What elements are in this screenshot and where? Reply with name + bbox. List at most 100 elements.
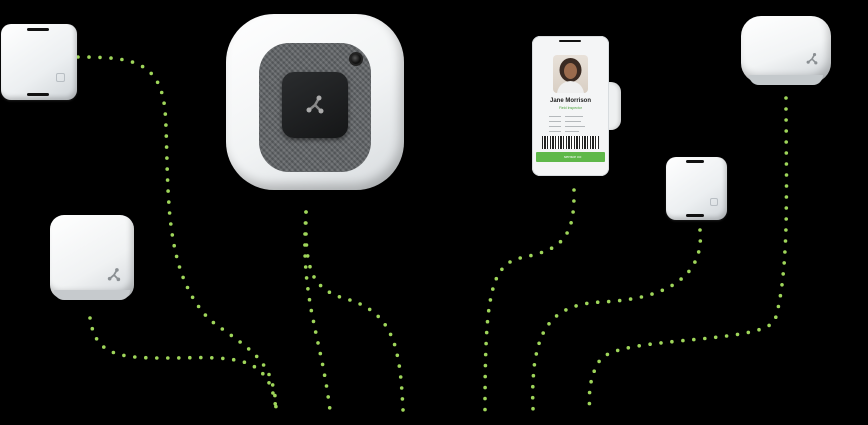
- trail-dot: [261, 371, 265, 376]
- trail-dot: [529, 253, 533, 258]
- trail-dot: [254, 354, 259, 359]
- trail-dot: [399, 386, 404, 390]
- trail-dot: [648, 342, 652, 347]
- trail-dot: [196, 304, 201, 309]
- badge-field-line: [565, 121, 581, 122]
- trail-dot: [398, 375, 403, 379]
- square-button-icon: [56, 73, 65, 82]
- trail-dot: [592, 369, 596, 374]
- trail-dot: [508, 260, 512, 264]
- trail-dot: [679, 277, 683, 281]
- trail-dot: [784, 151, 789, 155]
- trail-dot: [780, 283, 784, 287]
- trail-dot: [252, 364, 257, 369]
- trail-dot: [169, 222, 173, 226]
- trail-dot: [531, 406, 535, 411]
- trail-dot: [746, 330, 751, 335]
- trail-dot: [784, 162, 789, 166]
- trail-dot: [494, 276, 499, 281]
- trail-dot: [687, 269, 691, 274]
- trail-dot: [307, 297, 312, 302]
- trail-dot: [778, 293, 783, 298]
- dotted-paths: [76, 55, 789, 412]
- trail-dot: [306, 287, 310, 291]
- trail-dot: [784, 173, 789, 177]
- trail-dot: [628, 297, 633, 301]
- trail-dot: [122, 353, 126, 358]
- trail-dot: [781, 272, 785, 276]
- trail-dot: [587, 390, 592, 395]
- trail-dot: [164, 145, 169, 149]
- trail-dot: [518, 256, 522, 260]
- trail-dot: [167, 200, 171, 204]
- product-scene: Jane Morrison Field Inspector sensor co: [0, 0, 868, 425]
- trail-dot: [267, 381, 271, 385]
- trail-dot: [681, 338, 685, 343]
- beacon-base: [54, 290, 130, 300]
- trail-dot: [395, 353, 400, 358]
- trail-dot: [483, 352, 488, 357]
- sensor-slot-top: [27, 28, 49, 31]
- trail-dot: [606, 299, 611, 304]
- trail-dot: [784, 129, 788, 133]
- trail-dot: [170, 233, 175, 237]
- trail-dot: [595, 300, 600, 305]
- trail-dot: [530, 395, 535, 400]
- trail-dot: [483, 363, 488, 368]
- trail-dot: [164, 123, 168, 127]
- trail-dot: [367, 307, 372, 312]
- trail-dot: [587, 401, 592, 406]
- trail-dot: [531, 384, 535, 389]
- trail-dot: [303, 265, 308, 269]
- trail-dot: [782, 261, 786, 265]
- trail-dot: [88, 316, 92, 320]
- trail-dot: [177, 356, 181, 360]
- trail-dot: [532, 363, 537, 367]
- badge-field-line: [549, 121, 561, 122]
- badge-field-line: [549, 126, 561, 127]
- trail-dot: [188, 355, 192, 360]
- trail-dot: [572, 199, 576, 203]
- trail-dot: [324, 384, 329, 388]
- trail-dot: [539, 250, 544, 255]
- trail-dot: [312, 275, 316, 279]
- trail-dot: [337, 295, 342, 299]
- badge-field-line: [565, 116, 583, 117]
- trail-dot: [597, 359, 601, 364]
- trail-dot: [783, 239, 788, 243]
- trail-dot: [327, 290, 332, 295]
- trail-dot: [163, 112, 168, 116]
- trail-dot: [397, 364, 402, 368]
- trail-dot: [483, 385, 487, 390]
- trail-dot: [174, 254, 179, 259]
- trail-dot: [483, 407, 487, 412]
- badge-holder-role: Field Inspector: [559, 106, 582, 110]
- trail-dot: [261, 363, 266, 367]
- trail-dot: [574, 304, 578, 308]
- trail-dot: [318, 351, 323, 356]
- trail-dot: [698, 239, 703, 243]
- trail-dot: [155, 356, 159, 360]
- trail-dot: [783, 250, 787, 254]
- trail-dot: [547, 322, 551, 326]
- trail-dot: [120, 57, 124, 62]
- beacon-sensor: [50, 215, 134, 300]
- trail-dot: [304, 210, 308, 214]
- trail-dot: [774, 315, 778, 320]
- trail-dot: [484, 341, 488, 346]
- trail-dot: [326, 395, 331, 399]
- trail-dot: [392, 342, 397, 347]
- trail-dot: [210, 356, 214, 360]
- trail-dot: [698, 228, 702, 232]
- trail-dot: [589, 379, 593, 384]
- trail-dot: [784, 107, 788, 111]
- trail-dot: [221, 356, 225, 361]
- trail-dot: [549, 246, 554, 250]
- trail-dot: [348, 298, 352, 302]
- trail-dot: [164, 134, 169, 138]
- badge-field-line: [549, 116, 561, 117]
- trail-dot: [615, 348, 620, 353]
- hub-mesh-panel: [259, 43, 371, 172]
- trail-dot: [670, 339, 674, 344]
- id-badge: Jane Morrison Field Inspector sensor co: [532, 36, 609, 176]
